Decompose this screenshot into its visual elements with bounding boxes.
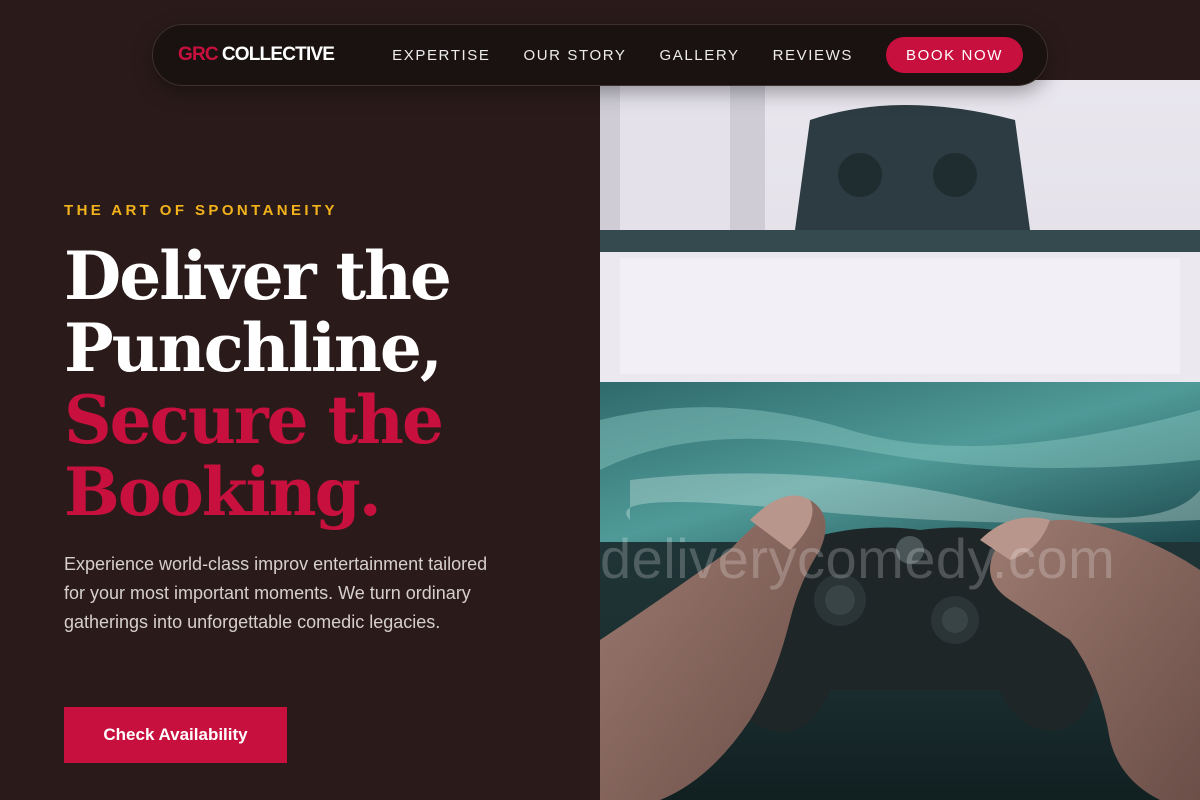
nav-link-our-story[interactable]: OUR STORY [523,47,626,64]
top-nav: GRC COLLECTIVE EXPERTISE OUR STORY GALLE… [152,24,1048,86]
headline-line-4: Booking. [64,453,382,531]
nav-link-expertise[interactable]: EXPERTISE [392,47,490,64]
gamepad-photo [600,80,1200,800]
headline-line-3: Secure the [64,381,444,459]
nav-links: EXPERTISE OUR STORY GALLERY REVIEWS [392,47,853,64]
brand-logo[interactable]: GRC COLLECTIVE [178,44,335,66]
book-now-button[interactable]: BOOK NOW [886,37,1023,73]
hero-image: deliverycomedy.com [600,80,1200,800]
hero-headline: Deliver the Punchline, Secure the Bookin… [64,240,584,528]
nav-link-reviews[interactable]: REVIEWS [773,47,853,64]
logo-main-text: COLLECTIVE [221,44,335,65]
check-availability-button[interactable]: Check Availability [64,707,287,763]
image-watermark: deliverycomedy.com [600,527,1116,590]
headline-line-1: Deliver the [64,237,452,315]
nav-link-gallery[interactable]: GALLERY [659,47,739,64]
hero-kicker: THE ART OF SPONTANEITY [64,202,338,219]
hero-description: Experience world-class improv entertainm… [64,554,488,632]
headline-line-2: Punchline, [64,309,443,387]
logo-accent-text: GRC [178,44,219,65]
